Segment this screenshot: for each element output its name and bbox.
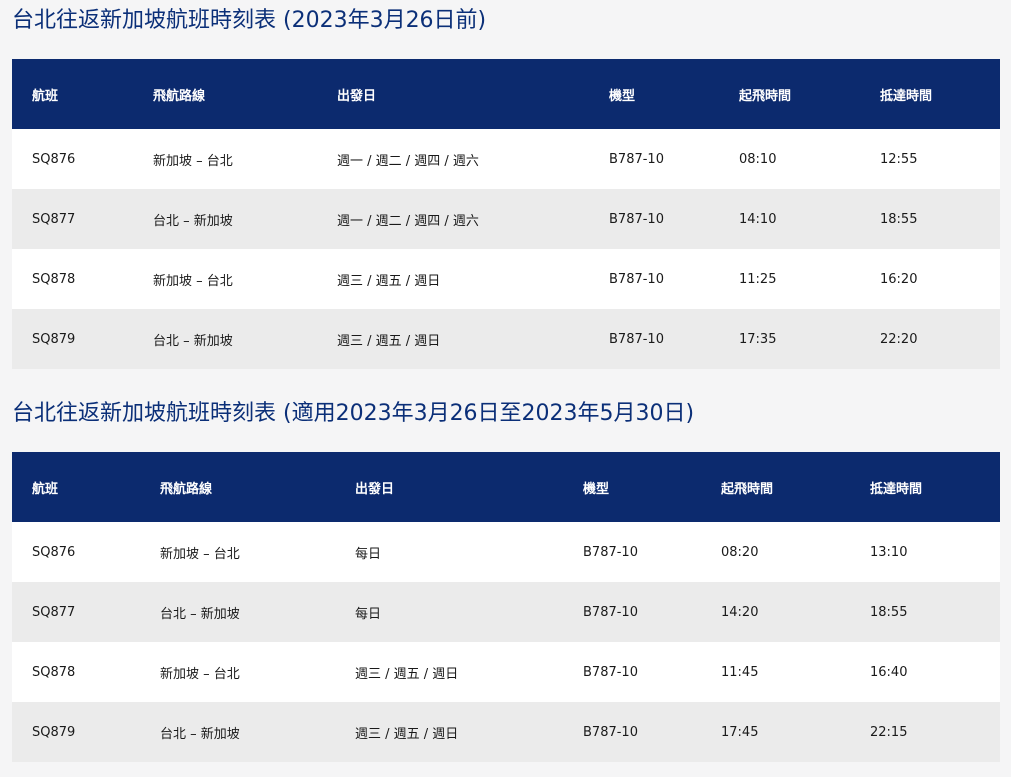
table-header-row: 航班 飛航路線 出發日 機型 起飛時間 抵達時間	[12, 59, 1000, 129]
table-header-row: 航班 飛航路線 出發日 機型 起飛時間 抵達時間	[12, 452, 1000, 522]
flight-number: SQ877	[32, 604, 76, 620]
route: 新加坡 – 台北	[153, 273, 233, 289]
route: 台北 – 新加坡	[160, 726, 240, 742]
column-header-flight: 航班	[32, 481, 59, 497]
route: 新加坡 – 台北	[153, 153, 233, 169]
departure-days: 週三 / 週五 / 週日	[355, 666, 459, 682]
column-header-departure-time: 起飛時間	[739, 88, 792, 104]
departure-days: 週三 / 週五 / 週日	[337, 333, 441, 349]
column-header-arrival-time: 抵達時間	[870, 481, 923, 497]
route: 台北 – 新加坡	[153, 333, 233, 349]
departure-time: 11:25	[739, 271, 777, 287]
departure-days: 週三 / 週五 / 週日	[355, 726, 459, 742]
flight-number: SQ877	[32, 211, 76, 227]
flight-number: SQ878	[32, 664, 76, 680]
table-row: SQ879 台北 – 新加坡 週三 / 週五 / 週日 B787-10 17:3…	[12, 309, 1000, 369]
aircraft: B787-10	[609, 151, 664, 167]
column-header-aircraft: 機型	[583, 481, 610, 497]
flight-number: SQ878	[32, 271, 76, 287]
aircraft: B787-10	[583, 604, 638, 620]
flight-schedule-table-mar26-to-may30: 航班 飛航路線 出發日 機型 起飛時間 抵達時間 SQ876 新加坡 – 台北 …	[12, 452, 1000, 762]
table-row: SQ877 台北 – 新加坡 週一 / 週二 / 週四 / 週六 B787-10…	[12, 189, 1000, 249]
column-header-aircraft: 機型	[609, 88, 636, 104]
flight-number: SQ876	[32, 544, 76, 560]
arrival-time: 16:40	[870, 664, 908, 680]
departure-time: 08:20	[721, 544, 759, 560]
table-row: SQ879 台北 – 新加坡 週三 / 週五 / 週日 B787-10 17:4…	[12, 702, 1000, 762]
table-row: SQ878 新加坡 – 台北 週三 / 週五 / 週日 B787-10 11:4…	[12, 642, 1000, 702]
aircraft: B787-10	[609, 211, 664, 227]
arrival-time: 12:55	[880, 151, 918, 167]
departure-time: 14:10	[739, 211, 777, 227]
schedule-title-before-mar26: 台北往返新加坡航班時刻表 (2023年3月26日前)	[12, 8, 487, 33]
departure-days: 週一 / 週二 / 週四 / 週六	[337, 153, 479, 169]
aircraft: B787-10	[583, 724, 638, 740]
aircraft: B787-10	[609, 331, 664, 347]
route: 新加坡 – 台北	[160, 546, 240, 562]
departure-time: 08:10	[739, 151, 777, 167]
column-header-route: 飛航路線	[160, 481, 213, 497]
arrival-time: 13:10	[870, 544, 908, 560]
flight-number: SQ879	[32, 724, 76, 740]
flight-number: SQ876	[32, 151, 76, 167]
route: 新加坡 – 台北	[160, 666, 240, 682]
departure-time: 11:45	[721, 664, 759, 680]
arrival-time: 18:55	[880, 211, 918, 227]
departure-time: 14:20	[721, 604, 759, 620]
table-row: SQ876 新加坡 – 台北 每日 B787-10 08:20 13:10	[12, 522, 1000, 582]
table-row: SQ876 新加坡 – 台北 週一 / 週二 / 週四 / 週六 B787-10…	[12, 129, 1000, 189]
departure-time: 17:35	[739, 331, 777, 347]
arrival-time: 22:20	[880, 331, 918, 347]
arrival-time: 18:55	[870, 604, 908, 620]
aircraft: B787-10	[583, 664, 638, 680]
column-header-departure-days: 出發日	[337, 88, 377, 104]
aircraft: B787-10	[609, 271, 664, 287]
table-row: SQ877 台北 – 新加坡 每日 B787-10 14:20 18:55	[12, 582, 1000, 642]
route: 台北 – 新加坡	[153, 213, 233, 229]
route: 台北 – 新加坡	[160, 606, 240, 622]
column-header-arrival-time: 抵達時間	[880, 88, 933, 104]
arrival-time: 16:20	[880, 271, 918, 287]
column-header-flight: 航班	[32, 88, 59, 104]
arrival-time: 22:15	[870, 724, 908, 740]
column-header-route: 飛航路線	[153, 88, 206, 104]
flight-schedule-table-before-mar26: 航班 飛航路線 出發日 機型 起飛時間 抵達時間 SQ876 新加坡 – 台北 …	[12, 59, 1000, 369]
departure-days: 週三 / 週五 / 週日	[337, 273, 441, 289]
flight-number: SQ879	[32, 331, 76, 347]
departure-time: 17:45	[721, 724, 759, 740]
table-row: SQ878 新加坡 – 台北 週三 / 週五 / 週日 B787-10 11:2…	[12, 249, 1000, 309]
column-header-departure-time: 起飛時間	[721, 481, 774, 497]
departure-days: 週一 / 週二 / 週四 / 週六	[337, 213, 479, 229]
column-header-departure-days: 出發日	[355, 481, 395, 497]
departure-days: 每日	[355, 546, 382, 562]
aircraft: B787-10	[583, 544, 638, 560]
schedule-title-mar26-to-may30: 台北往返新加坡航班時刻表 (適用2023年3月26日至2023年5月30日)	[12, 401, 695, 426]
departure-days: 每日	[355, 606, 382, 622]
